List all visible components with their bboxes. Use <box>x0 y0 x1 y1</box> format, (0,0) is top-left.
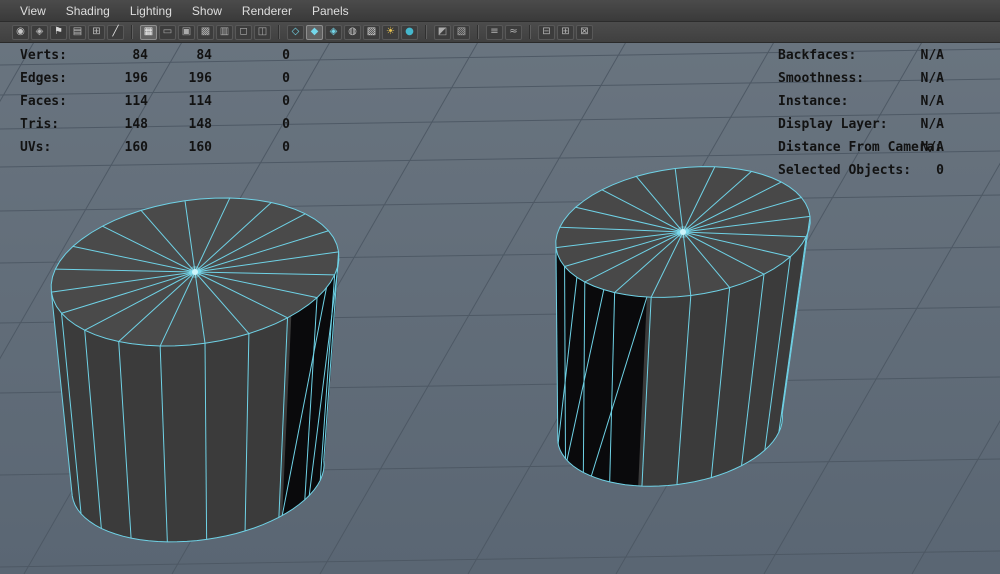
safe-action-icon[interactable]: ◻ <box>235 24 252 40</box>
bookmark-icon[interactable]: ⚑ <box>50 24 67 40</box>
toolbar-separator <box>131 25 133 39</box>
cylinder-right[interactable] <box>555 166 811 487</box>
2d-pan-zoom-icon[interactable]: ⊞ <box>88 24 105 40</box>
use-default-material-icon[interactable]: ◍ <box>344 24 361 40</box>
grid-icon[interactable]: ▦ <box>140 24 157 40</box>
menu-item-renderer[interactable]: Renderer <box>232 1 302 21</box>
camera-icon[interactable]: ◉ <box>12 24 29 40</box>
isolate-select-icon[interactable]: ◩ <box>434 24 451 40</box>
wireframe-icon[interactable]: ◇ <box>287 24 304 40</box>
pole-vertex <box>680 229 686 235</box>
menu-item-view[interactable]: View <box>10 1 56 21</box>
toolbar-group: ◉ ◈ ⚑ ▤ ⊞ ╱ <box>12 24 124 40</box>
cylinder-left[interactable] <box>50 197 340 543</box>
shadows-icon[interactable]: ● <box>401 24 418 40</box>
toolbar-group: ◩ ▧ <box>434 24 470 40</box>
panel-outliner-icon[interactable]: ⊠ <box>576 24 593 40</box>
scene-svg <box>0 43 1000 574</box>
toolbar-separator <box>529 25 531 39</box>
lights-icon[interactable]: ☀ <box>382 24 399 40</box>
image-plane-icon[interactable]: ▤ <box>69 24 86 40</box>
panel-toolbar: ◉ ◈ ⚑ ▤ ⊞ ╱ ▦ ▭ ▣ ▩ ▥ ◻ ◫ ◇ ◆ ◈ ◍ ▨ ☀ ● ◩ ▧ ≡ ≈ ⊟ ⊞ ⊠ <box>0 22 1000 43</box>
menu-bar: View Shading Lighting Show Renderer Pane… <box>0 0 1000 22</box>
toolbar-separator <box>477 25 479 39</box>
camera-attributes-icon[interactable]: ◈ <box>31 24 48 40</box>
panel-single-icon[interactable]: ⊟ <box>538 24 555 40</box>
toolbar-group: ⊟ ⊞ ⊠ <box>538 24 593 40</box>
shaded-icon[interactable]: ◆ <box>306 24 323 40</box>
film-gate-icon[interactable]: ▭ <box>159 24 176 40</box>
toolbar-separator <box>278 25 280 39</box>
menu-item-shading[interactable]: Shading <box>56 1 120 21</box>
textured-icon[interactable]: ◈ <box>325 24 342 40</box>
toolbar-group: ◇ ◆ ◈ ◍ ▨ ☀ ● <box>287 24 418 40</box>
menu-item-show[interactable]: Show <box>182 1 232 21</box>
toolbar-group: ▦ ▭ ▣ ▩ ▥ ◻ ◫ <box>140 24 271 40</box>
safe-title-icon[interactable]: ◫ <box>254 24 271 40</box>
exposure-icon[interactable]: ≡ <box>486 24 503 40</box>
panel-four-icon[interactable]: ⊞ <box>557 24 574 40</box>
gate-mask-icon[interactable]: ▩ <box>197 24 214 40</box>
gamma-icon[interactable]: ≈ <box>505 24 522 40</box>
pole-vertex <box>192 269 198 275</box>
toolbar-group: ≡ ≈ <box>486 24 522 40</box>
grease-pencil-icon[interactable]: ╱ <box>107 24 124 40</box>
checkered-icon[interactable]: ▨ <box>363 24 380 40</box>
menu-item-lighting[interactable]: Lighting <box>120 1 182 21</box>
toolbar-separator <box>425 25 427 39</box>
resolution-gate-icon[interactable]: ▣ <box>178 24 195 40</box>
viewport[interactable] <box>0 43 1000 574</box>
field-chart-icon[interactable]: ▥ <box>216 24 233 40</box>
menu-item-panels[interactable]: Panels <box>302 1 359 21</box>
xray-icon[interactable]: ▧ <box>453 24 470 40</box>
